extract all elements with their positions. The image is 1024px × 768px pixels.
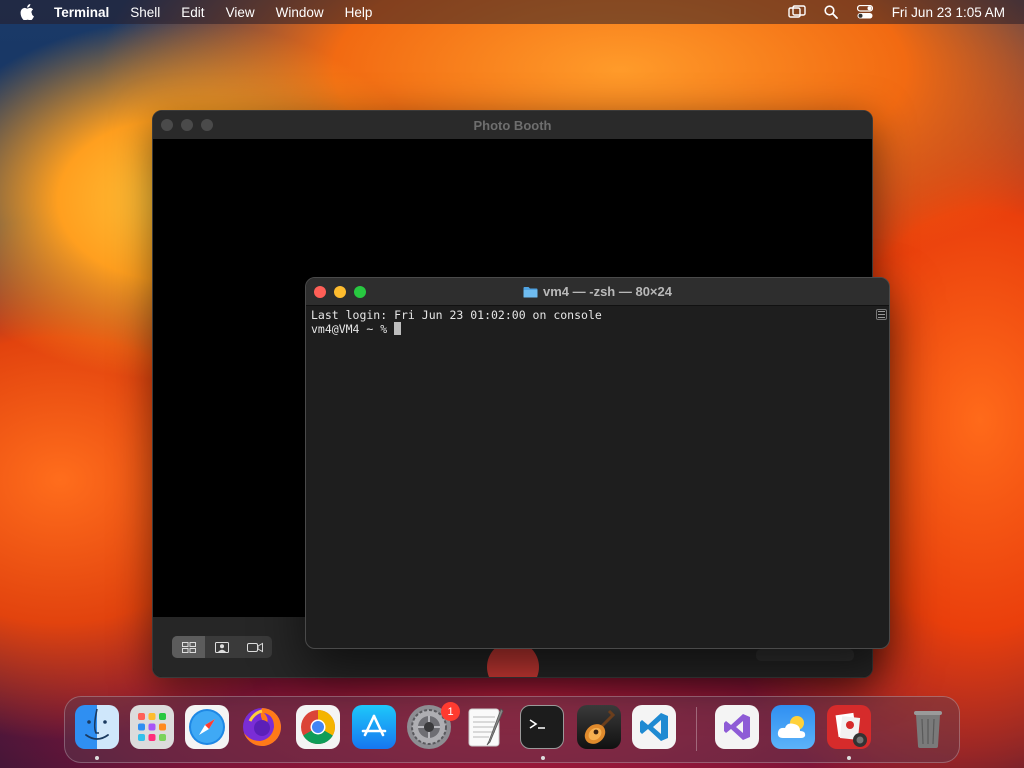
menu-app-name[interactable]: Terminal (54, 5, 109, 20)
screen-mirroring-icon[interactable] (787, 3, 806, 21)
capture-mode-segment (172, 636, 272, 658)
four-up-mode-button[interactable] (172, 636, 206, 658)
video-mode-button[interactable] (239, 636, 272, 658)
photo-booth-title: Photo Booth (473, 118, 552, 133)
chrome-icon[interactable] (296, 705, 340, 749)
terminal-output[interactable]: Last login: Fri Jun 23 01:02:00 on conso… (306, 306, 889, 338)
dock: 1 (64, 696, 960, 763)
terminal-prompt: vm4@VM4 ~ % (311, 322, 395, 336)
weather-icon[interactable] (771, 705, 815, 749)
scroll-indicator-icon[interactable] (876, 309, 887, 320)
menu-shell[interactable]: Shell (130, 5, 160, 20)
apple-menu-icon[interactable] (19, 4, 35, 20)
grid-icon (181, 641, 196, 653)
safari-icon[interactable] (185, 705, 229, 749)
portrait-icon (214, 641, 229, 653)
folder-icon (523, 286, 538, 297)
menu-edit[interactable]: Edit (181, 5, 204, 20)
video-camera-icon (247, 642, 264, 652)
control-center-icon[interactable] (856, 3, 874, 21)
visual-studio-icon[interactable] (715, 705, 759, 749)
terminal-prompt-line[interactable]: vm4@VM4 ~ % (311, 322, 884, 336)
finder-running-dot (95, 756, 99, 760)
firefox-icon[interactable] (240, 705, 284, 749)
terminal-icon[interactable] (520, 705, 564, 749)
photo-booth-titlebar[interactable]: Photo Booth (153, 111, 872, 139)
menu-view[interactable]: View (226, 5, 255, 20)
terminal-window: vm4 — -zsh — 80×24 Last login: Fri Jun 2… (305, 277, 890, 649)
terminal-title-text: vm4 — -zsh — 80×24 (543, 284, 672, 299)
trash-icon[interactable] (906, 705, 950, 749)
menu-window[interactable]: Window (276, 5, 324, 20)
menu-clock[interactable]: Fri Jun 23 1:05 AM (892, 5, 1005, 20)
terminal-title: vm4 — -zsh — 80×24 (306, 284, 889, 299)
photo-booth-icon[interactable] (827, 705, 871, 749)
terminal-titlebar[interactable]: vm4 — -zsh — 80×24 (306, 278, 889, 306)
launchpad-icon[interactable] (130, 705, 174, 749)
terminal-running-dot (541, 756, 545, 760)
menu-bar: Terminal Shell Edit View Window Help Fri… (0, 0, 1024, 24)
finder-icon[interactable] (75, 705, 119, 749)
terminal-line: Last login: Fri Jun 23 01:02:00 on conso… (311, 308, 602, 322)
dock-separator (696, 707, 697, 751)
textedit-icon[interactable] (463, 705, 507, 749)
app-store-icon[interactable] (352, 705, 396, 749)
garageband-icon[interactable] (577, 705, 621, 749)
settings-badge: 1 (441, 702, 460, 721)
effects-button[interactable] (756, 649, 854, 661)
single-photo-mode-button[interactable] (205, 636, 238, 658)
spotlight-search-icon[interactable] (822, 3, 840, 21)
photo-booth-running-dot (847, 756, 851, 760)
menu-help[interactable]: Help (345, 5, 373, 20)
text-cursor (394, 322, 402, 335)
vscode-icon[interactable] (632, 705, 676, 749)
